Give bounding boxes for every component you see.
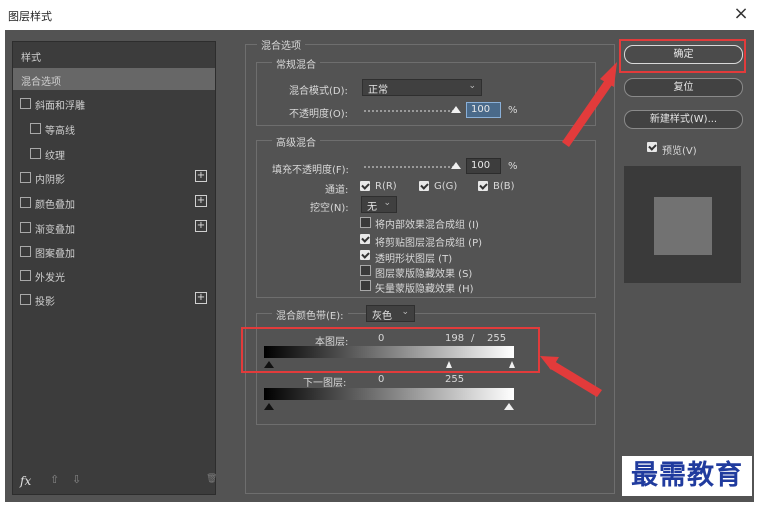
arrow-to-this-layer (540, 356, 602, 397)
arrow-to-ok-button (562, 62, 617, 147)
annotation-arrows (540, 62, 617, 397)
watermark-logo: 最需教育 (622, 456, 752, 496)
